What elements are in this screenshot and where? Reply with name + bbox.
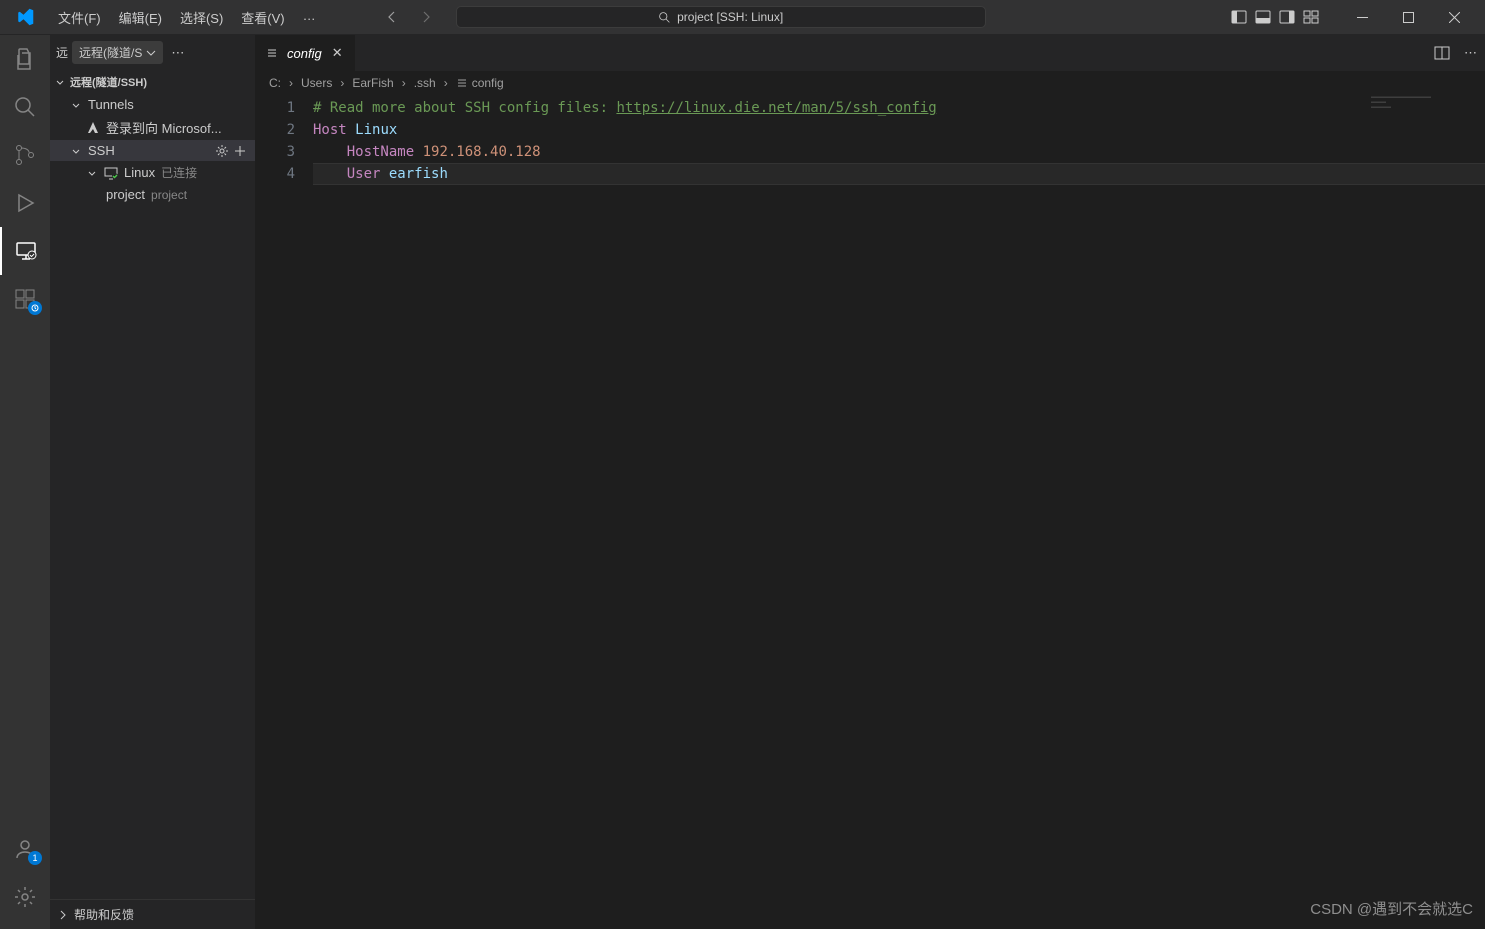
minimap[interactable]: ▬▬▬▬▬▬▬▬▬▬▬▬▬▬▬▬▬▬▬▬▬▬ <box>1371 95 1471 109</box>
tree-project-label: project <box>106 187 145 202</box>
nav-forward-icon[interactable] <box>418 9 434 25</box>
dropdown-label: 远程(隧道/S <box>79 44 142 61</box>
command-center[interactable]: project [SSH: Linux] <box>456 6 986 28</box>
tab-close-icon[interactable]: ✕ <box>330 43 345 63</box>
command-center-text: project [SSH: Linux] <box>677 10 783 24</box>
tree-host-label: Linux <box>124 165 155 180</box>
line-numbers: 1 2 3 4 <box>255 97 313 929</box>
titlebar: 文件(F) 编辑(E) 选择(S) 查看(V) … project [SSH: … <box>0 0 1485 35</box>
crumb[interactable]: Users <box>301 76 332 90</box>
sidebar-help-label: 帮助和反馈 <box>74 906 134 923</box>
source-control-icon[interactable] <box>0 131 50 179</box>
menu-edit[interactable]: 编辑(E) <box>111 2 170 33</box>
tree-tunnels[interactable]: Tunnels <box>50 94 255 115</box>
section-remote-label: 远程(隧道/SSH) <box>70 74 147 90</box>
layout-secondary-side-icon[interactable] <box>1279 9 1295 25</box>
sidebar-refresh-icon[interactable]: 远 <box>56 44 68 61</box>
code-content[interactable]: # Read more about SSH config files: http… <box>313 97 1485 929</box>
crumb[interactable]: .ssh <box>414 76 436 90</box>
section-remote[interactable]: 远程(隧道/SSH) <box>50 70 255 94</box>
tree-host-linux[interactable]: Linux 已连接 <box>50 161 255 184</box>
nav-buttons <box>384 9 434 25</box>
azure-icon <box>86 121 100 135</box>
menu-view[interactable]: 查看(V) <box>233 2 292 33</box>
chevron-down-icon <box>86 167 98 179</box>
remote-explorer-sidebar: 远 远程(隧道/S ⋯ 远程(隧道/SSH) Tunnels 登录到向 Micr… <box>50 35 255 929</box>
sidebar-help[interactable]: 帮助和反馈 <box>50 899 255 929</box>
activity-bar: 1 <box>0 35 50 929</box>
chevron-down-icon <box>70 99 82 111</box>
tree-host-status: 已连接 <box>161 164 197 181</box>
search-icon[interactable] <box>0 83 50 131</box>
editor-area: config ✕ ⋯ C:› Users› EarFish› .ssh› con… <box>255 35 1485 929</box>
plus-icon[interactable] <box>233 144 247 158</box>
accounts-icon[interactable]: 1 <box>0 825 50 873</box>
menu-more[interactable]: … <box>295 2 324 33</box>
window-minimize-icon[interactable] <box>1339 0 1385 35</box>
menu-bar: 文件(F) 编辑(E) 选择(S) 查看(V) … <box>50 2 324 33</box>
tab-config[interactable]: config ✕ <box>255 35 356 71</box>
menu-file[interactable]: 文件(F) <box>50 2 109 33</box>
tree-azure-login[interactable]: 登录到向 Microsof... <box>50 115 255 140</box>
remote-type-dropdown[interactable]: 远程(隧道/S <box>72 41 163 64</box>
split-editor-icon[interactable] <box>1434 45 1450 61</box>
vscode-logo-icon <box>0 8 50 26</box>
extensions-icon[interactable] <box>0 275 50 323</box>
window-close-icon[interactable] <box>1431 0 1477 35</box>
menu-selection[interactable]: 选择(S) <box>172 2 231 33</box>
crumb[interactable]: C: <box>269 76 281 90</box>
search-icon <box>658 11 671 24</box>
tree-tunnels-label: Tunnels <box>88 97 134 112</box>
crumb[interactable]: EarFish <box>352 76 393 90</box>
layout-primary-side-icon[interactable] <box>1231 9 1247 25</box>
tree-ssh[interactable]: SSH <box>50 140 255 161</box>
extensions-badge-icon <box>28 301 42 315</box>
editor-tabs: config ✕ ⋯ <box>255 35 1485 71</box>
nav-back-icon[interactable] <box>384 9 400 25</box>
editor-more-icon[interactable]: ⋯ <box>1464 45 1477 61</box>
layout-customize-icon[interactable] <box>1303 9 1319 25</box>
explorer-icon[interactable] <box>0 35 50 83</box>
file-icon <box>456 77 468 89</box>
window-maximize-icon[interactable] <box>1385 0 1431 35</box>
run-debug-icon[interactable] <box>0 179 50 227</box>
crumb[interactable]: config <box>472 76 504 90</box>
breadcrumbs[interactable]: C:› Users› EarFish› .ssh› config <box>255 71 1485 95</box>
tree-azure-label: 登录到向 Microsof... <box>106 118 222 137</box>
file-icon <box>265 46 279 60</box>
sidebar-more-icon[interactable]: ⋯ <box>167 43 188 63</box>
layout-panel-icon[interactable] <box>1255 9 1271 25</box>
tree-project[interactable]: project project <box>50 184 255 205</box>
chevron-down-icon <box>54 76 66 88</box>
chevron-down-icon <box>70 145 82 157</box>
gear-icon[interactable] <box>215 144 229 158</box>
remote-explorer-icon[interactable] <box>0 227 50 275</box>
tab-label: config <box>287 46 322 61</box>
chevron-down-icon <box>146 48 156 58</box>
chevron-right-icon <box>58 910 68 920</box>
settings-gear-icon[interactable] <box>0 873 50 921</box>
monitor-connected-icon <box>104 166 118 180</box>
tree-project-sub: project <box>151 188 187 202</box>
tree-ssh-label: SSH <box>88 143 115 158</box>
accounts-badge: 1 <box>28 851 42 865</box>
watermark: CSDN @遇到不会就选C <box>1310 898 1473 919</box>
code-editor[interactable]: 1 2 3 4 # Read more about SSH config fil… <box>255 95 1485 929</box>
